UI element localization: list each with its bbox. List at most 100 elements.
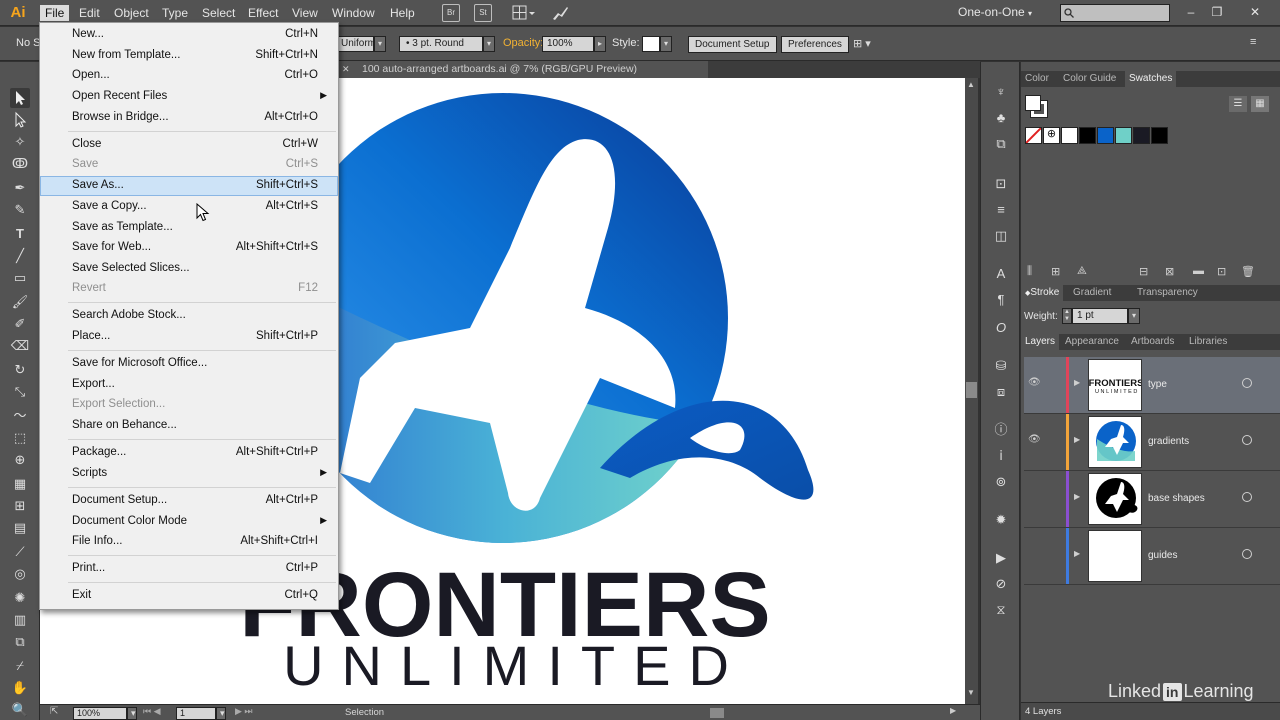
weight-dropdown-icon[interactable]: ▾ (1128, 308, 1140, 324)
zoom-tool-icon[interactable]: 🔍 (10, 700, 30, 720)
target-circle-icon[interactable] (1242, 378, 1252, 388)
opentype-panel-icon[interactable]: O (991, 318, 1011, 338)
tab-gradient[interactable]: Gradient (1069, 285, 1115, 301)
close-window-button[interactable]: ✕ (1244, 3, 1266, 21)
swatch-libraries-icon[interactable]: ⫼ (1027, 265, 1032, 278)
layer-row-base-shapes[interactable]: ▶ base shapes (1024, 471, 1280, 528)
tab-color-guide[interactable]: Color Guide (1059, 71, 1120, 87)
arrange-documents-icon[interactable] (512, 4, 536, 22)
column-graph-tool-icon[interactable]: ▥ (10, 610, 30, 630)
rectangle-tool-icon[interactable]: ▭ (10, 268, 30, 288)
fill-stroke-indicator[interactable] (1025, 95, 1051, 121)
artboard-nav-last-icon[interactable]: ▶ ⏭ (235, 706, 253, 717)
vertical-scrollbar[interactable]: ▲ ▼ (965, 78, 978, 704)
weight-stepper-icon[interactable]: ▲ ▼ (1062, 308, 1072, 324)
rotate-view-icon[interactable]: ⇱ (50, 706, 58, 717)
direct-selection-tool-icon[interactable] (10, 110, 30, 130)
align-panel-icon[interactable]: ≡ (991, 200, 1011, 220)
horizontal-scroll-thumb[interactable] (710, 708, 724, 718)
menu-item-new-from-template[interactable]: New from Template... Shift+Ctrl+N (40, 46, 338, 66)
tab-stroke[interactable]: ◆Stroke (1021, 285, 1064, 301)
expand-arrow-icon[interactable]: ▶ (1074, 435, 1080, 444)
menu-item-export[interactable]: Export... (40, 375, 338, 395)
layer-row-type[interactable]: 👁 ▶ FRONTIERS UNLIMITED type (1024, 357, 1280, 414)
opacity-label[interactable]: Opacity: (503, 37, 543, 49)
eyedropper-tool-icon[interactable]: ⟋ (10, 542, 30, 562)
menu-item-save-for-web[interactable]: Save for Web... Alt+Shift+Ctrl+S (40, 238, 338, 258)
zoom-field[interactable]: 100% (73, 707, 127, 720)
scroll-right-icon[interactable]: ▶ (950, 706, 956, 715)
align-options-icon[interactable]: ⊞ ▾ (853, 37, 883, 51)
menu-item-document-color-mode[interactable]: Document Color Mode ▶ (40, 512, 338, 532)
scroll-up-icon[interactable]: ▲ (967, 80, 975, 89)
lasso-tool-icon[interactable]: ↂ (10, 154, 30, 174)
thumbnail-view-icon[interactable]: ▦ (1251, 96, 1269, 112)
paintbrush-tool-icon[interactable]: 🖌 (10, 292, 30, 312)
menu-help[interactable]: Help (385, 5, 420, 21)
stock-icon[interactable]: St (474, 4, 492, 22)
slice-tool-icon[interactable]: ⌿ (10, 656, 30, 676)
menu-item-save-as[interactable]: Save As... Shift+Ctrl+S (40, 176, 338, 196)
eraser-tool-icon[interactable]: ⌫ (10, 336, 30, 356)
transform-panel-icon[interactable]: ⊡ (991, 174, 1011, 194)
menu-item-scripts[interactable]: Scripts ▶ (40, 464, 338, 484)
artboard-nav-first-icon[interactable]: ⏮ ◀ (143, 706, 161, 717)
layer-row-gradients[interactable]: 👁 ▶ gradients (1024, 414, 1280, 471)
visibility-eye-icon[interactable]: 👁 (1028, 434, 1041, 445)
swatch-options-icon[interactable]: ⟁ (1077, 265, 1087, 278)
image-trace-panel-icon[interactable]: ⛁ (991, 356, 1011, 376)
pathfinder-panel-icon[interactable]: ◫ (991, 226, 1011, 246)
swatch-teal[interactable] (1115, 127, 1132, 144)
artboards-panel-icon[interactable]: ⧖ (991, 600, 1011, 620)
document-setup-button[interactable]: Document Setup (688, 36, 777, 53)
scroll-down-icon[interactable]: ▼ (967, 688, 975, 697)
menu-view[interactable]: View (287, 5, 323, 21)
menu-type[interactable]: Type (157, 5, 193, 21)
actions-panel-icon[interactable]: ▶ (991, 548, 1011, 568)
attributes-panel-icon[interactable]: ⊚ (991, 472, 1011, 492)
menu-select[interactable]: Select (197, 5, 240, 21)
warp-tool-icon[interactable]: 〜 (10, 406, 30, 426)
symbols-panel-icon[interactable]: ♣ (991, 108, 1011, 128)
control-bar-menu-icon[interactable]: ≡ (1250, 36, 1256, 48)
gradient-tool-icon[interactable]: ▤ (10, 518, 30, 538)
menu-item-save-a-copy[interactable]: Save a Copy... Alt+Ctrl+S (40, 197, 338, 217)
opacity-field[interactable]: 100% (542, 36, 594, 52)
paragraph-panel-icon[interactable]: ¶ (991, 290, 1011, 310)
menu-item-open[interactable]: Open... Ctrl+O (40, 66, 338, 86)
profile-dropdown-icon[interactable]: ▾ (374, 36, 386, 52)
expand-arrow-icon[interactable]: ▶ (1074, 378, 1080, 387)
symbol-sprayer-tool-icon[interactable]: ✺ (10, 588, 30, 608)
magic-wand-tool-icon[interactable]: ✧ (10, 132, 30, 152)
preferences-button[interactable]: Preferences (781, 36, 849, 53)
search-input[interactable] (1060, 4, 1170, 22)
tab-transparency[interactable]: Transparency (1133, 285, 1202, 301)
tab-artboards[interactable]: Artboards (1127, 334, 1178, 350)
menu-item-browse-in-bridge[interactable]: Browse in Bridge... Alt+Ctrl+O (40, 108, 338, 128)
menu-item-new[interactable]: New... Ctrl+N (40, 25, 338, 45)
hand-tool-icon[interactable]: ✋ (10, 678, 30, 698)
swatch-registration[interactable]: ⊕ (1043, 127, 1060, 144)
style-dropdown-icon[interactable]: ▾ (660, 36, 672, 52)
delete-swatch-icon[interactable]: 🗑 (1241, 265, 1255, 278)
menu-item-save-for-microsoft-office[interactable]: Save for Microsoft Office... (40, 354, 338, 374)
info-panel-icon[interactable]: ⓘ (991, 420, 1011, 440)
menu-item-place[interactable]: Place... Shift+Ctrl+P (40, 327, 338, 347)
blend-tool-icon[interactable]: ◎ (10, 564, 30, 584)
menu-item-search-adobe-stock[interactable]: Search Adobe Stock... (40, 306, 338, 326)
rotate-tool-icon[interactable]: ↻ (10, 360, 30, 380)
menu-item-package[interactable]: Package... Alt+Shift+Ctrl+P (40, 443, 338, 463)
expand-arrow-icon[interactable]: ▶ (1074, 549, 1080, 558)
document-info-panel-icon[interactable]: ⅰ (991, 446, 1011, 466)
swatch-blue[interactable] (1097, 127, 1114, 144)
swatch-black-2[interactable] (1151, 127, 1168, 144)
scale-tool-icon[interactable]: ⤡ (10, 382, 30, 402)
show-kinds-icon[interactable]: ⊞ (1051, 265, 1060, 278)
close-tab-icon[interactable]: ✕ (342, 61, 350, 78)
gpu-performance-icon[interactable] (550, 4, 570, 22)
vertical-scroll-thumb[interactable] (966, 382, 977, 398)
new-swatch-icon[interactable]: ⊡ (1217, 265, 1226, 278)
menu-item-close[interactable]: Close Ctrl+W (40, 135, 338, 155)
color-guide-panel-icon[interactable]: ✹ (991, 510, 1011, 530)
document-tab[interactable]: ✕ 100 auto-arranged artboards.ai @ 7% (R… (336, 61, 708, 78)
